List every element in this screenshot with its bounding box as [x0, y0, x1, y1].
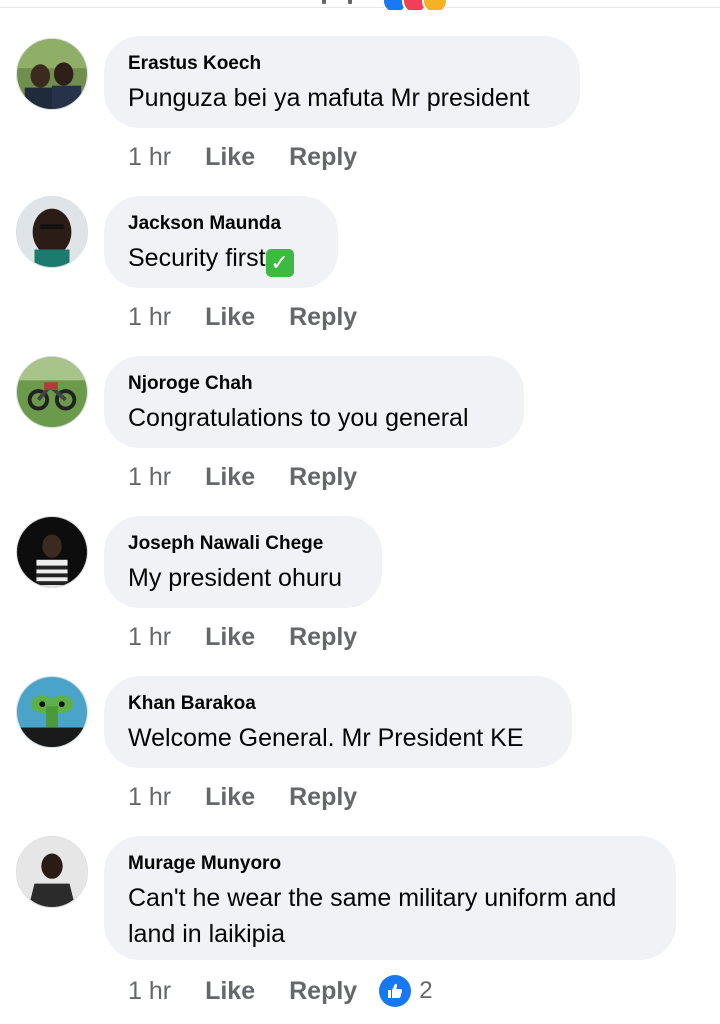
comment-time[interactable]: 1 hr [128, 303, 171, 332]
check-mark-icon: ✓ [265, 249, 294, 277]
avatar[interactable] [16, 196, 88, 268]
like-button[interactable]: Like [205, 143, 255, 172]
cropped-glyph [322, 0, 326, 4]
comment-text: Can't he wear the same military uniform … [128, 884, 617, 948]
thumbs-up-icon [379, 975, 412, 1007]
avatar-photo [17, 197, 87, 267]
haha-reaction-icon [422, 0, 448, 10]
reply-button[interactable]: Reply [289, 623, 357, 652]
comment-actions: 1 hr Like Reply [128, 780, 357, 814]
comment-author[interactable]: Jackson Maunda [128, 212, 314, 236]
avatar-photo [17, 837, 87, 907]
reaction-summary[interactable]: 2 [379, 975, 433, 1007]
comment-author[interactable]: Murage Munyoro [128, 852, 652, 876]
avatar-photo [17, 517, 87, 587]
avatar-photo [17, 357, 87, 427]
comment-time[interactable]: 1 hr [128, 463, 171, 492]
reply-button[interactable]: Reply [289, 143, 357, 172]
comment-time[interactable]: 1 hr [128, 143, 171, 172]
comment-actions: 1 hr Like Reply [128, 140, 357, 174]
like-button[interactable]: Like [205, 303, 255, 332]
comment-author[interactable]: Khan Barakoa [128, 692, 548, 716]
comment-text: Congratulations to you general [128, 404, 469, 432]
comment-time[interactable]: 1 hr [128, 623, 171, 652]
avatar-photo [17, 39, 87, 109]
cropped-glyph [348, 0, 352, 4]
comment-actions: 1 hr Like Reply 2 [128, 974, 433, 1008]
previous-comment-fragment [0, 0, 720, 10]
comment-actions: 1 hr Like Reply [128, 300, 357, 334]
comment-author[interactable]: Erastus Koech [128, 52, 556, 76]
comment-text: My president ohuru [128, 564, 343, 592]
comment-time[interactable]: 1 hr [128, 977, 171, 1006]
comment-actions: 1 hr Like Reply [128, 460, 357, 494]
like-button[interactable]: Like [205, 783, 255, 812]
comment-text-content: Security first [128, 244, 266, 272]
divider [0, 7, 720, 8]
comment-text: Punguza bei ya mafuta Mr president [128, 84, 530, 112]
like-button[interactable]: Like [205, 463, 255, 492]
comment-bubble: Khan Barakoa Welcome General. Mr Preside… [104, 676, 572, 768]
comment-text: Security first ✓ [128, 240, 314, 277]
reply-button[interactable]: Reply [289, 977, 357, 1006]
avatar[interactable] [16, 676, 88, 748]
comment-author[interactable]: Joseph Nawali Chege [128, 532, 358, 556]
comment-bubble: Murage Munyoro Can't he wear the same mi… [104, 836, 676, 960]
avatar[interactable] [16, 38, 88, 110]
comment-time[interactable]: 1 hr [128, 783, 171, 812]
avatar-photo [17, 677, 87, 747]
comment-bubble: Njoroge Chah Congratulations to you gene… [104, 356, 524, 448]
comment-actions: 1 hr Like Reply [128, 620, 357, 654]
reply-button[interactable]: Reply [289, 783, 357, 812]
comment-bubble: Erastus Koech Punguza bei ya mafuta Mr p… [104, 36, 580, 128]
reaction-count: 2 [419, 977, 433, 1004]
like-button[interactable]: Like [205, 623, 255, 652]
avatar[interactable] [16, 516, 88, 588]
comment-text: Welcome General. Mr President KE [128, 724, 524, 752]
avatar[interactable] [16, 836, 88, 908]
like-button[interactable]: Like [205, 977, 255, 1006]
reply-button[interactable]: Reply [289, 303, 357, 332]
comment-bubble: Jackson Maunda Security first ✓ [104, 196, 338, 288]
avatar[interactable] [16, 356, 88, 428]
comment-author[interactable]: Njoroge Chah [128, 372, 500, 396]
comment-bubble: Joseph Nawali Chege My president ohuru [104, 516, 382, 608]
reply-button[interactable]: Reply [289, 463, 357, 492]
